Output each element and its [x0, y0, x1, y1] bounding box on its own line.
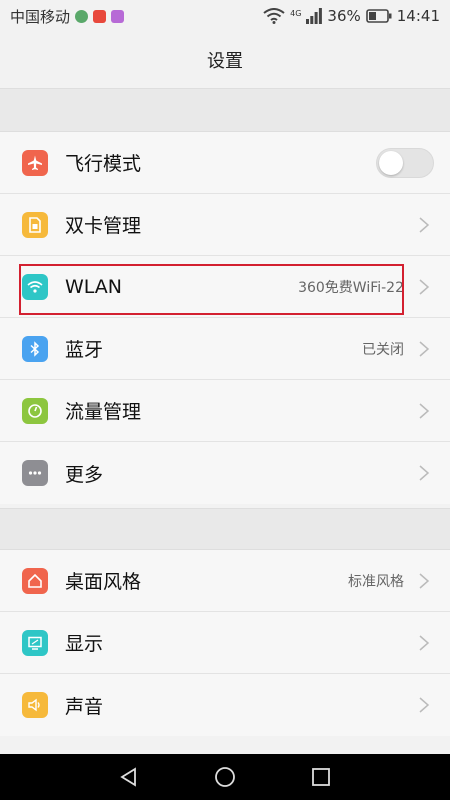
toggle-knob [379, 150, 403, 175]
recents-icon[interactable] [309, 765, 333, 789]
airplane-icon [22, 149, 48, 176]
data-usage-icon [22, 397, 48, 424]
setting-dual-sim[interactable]: 双卡管理 [0, 194, 450, 256]
chevron-right-icon [419, 465, 430, 481]
title-bar: 设置 [0, 32, 450, 88]
navigation-bar [0, 754, 450, 800]
chevron-right-icon [419, 278, 430, 295]
setting-label: 飞行模式 [65, 153, 142, 175]
sim-card-icon [22, 211, 48, 238]
page-title: 设置 [207, 51, 243, 72]
chevron-right-icon [419, 634, 430, 651]
status-left: 中国移动 [10, 6, 125, 27]
more-icon [22, 460, 48, 486]
setting-label: 蓝牙 [65, 339, 104, 361]
network-type-label: 4G [290, 9, 302, 18]
battery-percent: 36% [327, 7, 361, 25]
battery-icon [365, 9, 392, 23]
wifi-icon [22, 273, 48, 300]
home-icon [22, 567, 48, 594]
setting-bluetooth[interactable]: 蓝牙 已关闭 [0, 318, 450, 380]
setting-label: 声音 [65, 695, 104, 718]
cell-signal-icon [306, 8, 323, 24]
setting-data-usage[interactable]: 流量管理 [0, 380, 450, 442]
section-divider [0, 88, 450, 132]
chevron-right-icon [419, 572, 430, 589]
wifi-signal-icon [263, 8, 285, 24]
section-divider [0, 508, 450, 550]
carrier-label: 中国移动 [10, 7, 71, 26]
setting-label: 双卡管理 [65, 215, 142, 237]
chevron-right-icon [419, 216, 430, 233]
setting-display[interactable]: 显示 [0, 612, 450, 674]
wlan-network-name: 360免费WiFi-22 [298, 279, 404, 296]
setting-more[interactable]: 更多 [0, 442, 450, 504]
settings-group-connectivity: 飞行模式 双卡管理 WLAN 360免费WiFi-22 蓝牙 已关闭 流量管理 [0, 132, 450, 504]
setting-label: 桌面风格 [65, 571, 142, 593]
setting-sound[interactable]: 声音 [0, 674, 450, 736]
app-notification-icon [75, 9, 89, 23]
bluetooth-icon [22, 335, 48, 362]
chevron-right-icon [419, 697, 430, 713]
bluetooth-status: 已关闭 [362, 341, 404, 358]
status-bar: 中国移动 4G 36% 14:41 [0, 0, 450, 32]
airplane-mode-toggle[interactable] [376, 147, 434, 178]
setting-home-style[interactable]: 桌面风格 标准风格 [0, 550, 450, 612]
display-icon [22, 629, 48, 656]
chevron-right-icon [419, 402, 430, 419]
volume-icon [22, 692, 48, 718]
app-notification-icon [93, 9, 107, 23]
setting-label: 流量管理 [65, 401, 142, 423]
setting-label: 显示 [65, 633, 104, 655]
gallery-notification-icon [111, 9, 125, 23]
setting-wlan[interactable]: WLAN 360免费WiFi-22 [0, 256, 450, 318]
home-style-value: 标准风格 [348, 573, 404, 590]
chevron-right-icon [419, 340, 430, 357]
setting-airplane-mode[interactable]: 飞行模式 [0, 132, 450, 194]
home-nav-icon[interactable] [213, 765, 237, 789]
clock: 14:41 [396, 7, 440, 25]
setting-label: 更多 [65, 463, 104, 486]
status-right: 4G 36% 14:41 [263, 7, 440, 25]
settings-group-personalization: 桌面风格 标准风格 显示 声音 [0, 550, 450, 736]
setting-label: WLAN [65, 275, 123, 298]
back-icon[interactable] [117, 765, 141, 789]
